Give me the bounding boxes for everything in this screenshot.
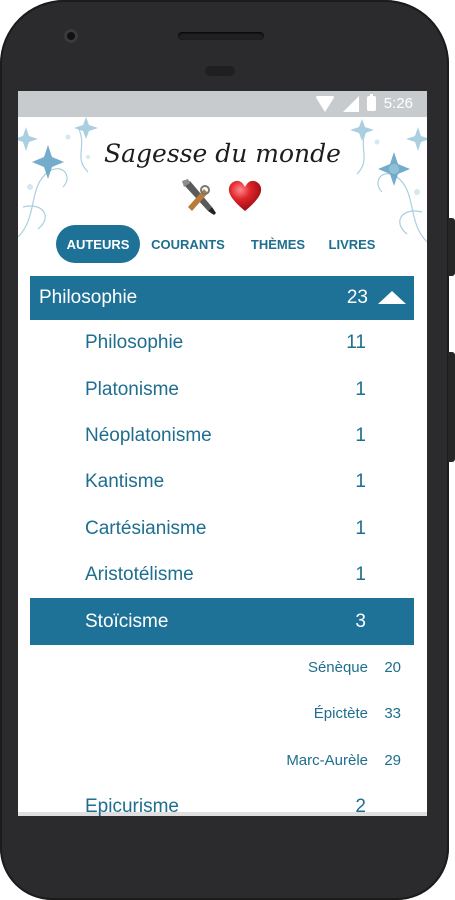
list-item-count: 1 <box>355 564 366 586</box>
sub-list-item[interactable]: Épictète 33 <box>30 691 414 737</box>
sub-item-count: 33 <box>384 705 401 723</box>
status-bar: 5:26 <box>18 91 427 117</box>
list-item[interactable]: Cartésianisme 1 <box>30 506 414 552</box>
caret-up-icon[interactable] <box>378 291 406 304</box>
sub-item-count: 29 <box>384 751 401 769</box>
signal-icon <box>342 95 359 112</box>
sub-list-item[interactable]: Marc-Aurèle 29 <box>30 738 414 784</box>
app-title: Sagesse du monde <box>104 139 341 168</box>
list-item[interactable]: Aristotélisme 1 <box>30 552 414 598</box>
list-item-count: 3 <box>355 610 366 632</box>
battery-icon <box>366 94 376 111</box>
list-item[interactable]: Platonisme 1 <box>30 366 414 412</box>
power-button <box>448 352 455 462</box>
sub-item-count: 20 <box>384 658 401 676</box>
proximity-sensor <box>205 66 235 76</box>
list-item[interactable]: Kantisme 1 <box>30 459 414 505</box>
screen: 5:26 Sagesse du monde AUTEURS COURANTS T… <box>18 91 427 816</box>
tab-auteurs[interactable]: AUTEURS <box>56 225 140 263</box>
list-item-count: 11 <box>346 332 366 354</box>
list-item-label: Néoplatonisme <box>85 424 212 446</box>
tab-courants[interactable]: COURANTS <box>140 225 236 263</box>
list-item-label: Kantisme <box>85 471 165 493</box>
wifi-icon <box>314 95 335 112</box>
group-header-philosophie[interactable]: Philosophie 23 <box>30 276 414 320</box>
list-item[interactable]: Néoplatonisme 1 <box>30 413 414 459</box>
phone-frame: 5:26 Sagesse du monde AUTEURS COURANTS T… <box>0 0 455 900</box>
list-item-count: 1 <box>355 378 366 400</box>
sub-list-item[interactable]: Sénèque 20 <box>30 645 414 691</box>
screen-edge <box>18 812 427 816</box>
expandable-list: Philosophie 23 Philosophie 11 Platonisme… <box>30 276 414 816</box>
heart-icon[interactable] <box>227 179 263 213</box>
group-count: 23 <box>346 287 368 308</box>
earpiece-speaker <box>178 32 264 40</box>
status-time: 5:26 <box>383 95 413 112</box>
list-item-label: Philosophie <box>85 332 184 354</box>
list-item-count: 1 <box>355 471 366 493</box>
tab-bar: AUTEURS COURANTS THÈMES LIVRES <box>56 224 416 264</box>
tab-livres[interactable]: LIVRES <box>320 225 384 263</box>
list-item-selected[interactable]: Stoïcisme 3 <box>30 598 414 645</box>
list-item-count: 1 <box>355 517 366 539</box>
list-item-label: Aristotélisme <box>85 564 194 586</box>
sub-item-label: Sénèque <box>307 658 368 676</box>
list-item-label: Stoïcisme <box>85 610 169 632</box>
status-icons: 5:26 <box>314 94 413 112</box>
list-item[interactable]: Philosophie 11 <box>30 320 414 366</box>
sub-item-label: Marc-Aurèle <box>286 751 368 769</box>
sub-item-label: Épictète <box>313 705 368 723</box>
front-camera <box>64 29 78 43</box>
list-item-label: Cartésianisme <box>85 517 207 539</box>
tab-themes[interactable]: THÈMES <box>236 225 320 263</box>
list-item-count: 1 <box>355 424 366 446</box>
group-label: Philosophie <box>39 287 138 308</box>
tools-icon[interactable] <box>178 177 218 217</box>
volume-button <box>448 218 455 276</box>
list-item-label: Platonisme <box>85 378 179 400</box>
